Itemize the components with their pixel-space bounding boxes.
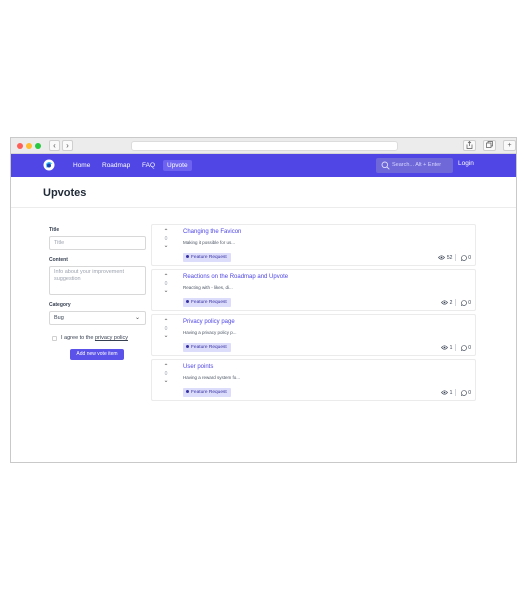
downvote-icon[interactable]: ⌄ — [162, 333, 170, 340]
downvote-icon[interactable]: ⌄ — [162, 288, 170, 295]
browser-window: ‹ › + Home Roadmap FAQ Upvote Search... … — [10, 137, 517, 463]
vote-control: ⌃ 0 ⌄ — [162, 274, 170, 295]
add-vote-item-button[interactable]: Add new vote item — [70, 349, 124, 360]
upvote-icon[interactable]: ⌃ — [162, 319, 170, 326]
downvote-icon[interactable]: ⌄ — [162, 243, 170, 250]
eye-icon — [441, 390, 449, 395]
eye-icon — [441, 345, 449, 350]
comment-count: 0 — [468, 255, 471, 261]
content-label: Content — [49, 257, 68, 263]
upvote-icon[interactable]: ⌃ — [162, 229, 170, 236]
category-label: Category — [49, 302, 71, 308]
badge-label: Feature Request — [191, 390, 227, 395]
maximize-window-dot[interactable] — [35, 143, 41, 149]
vote-count: 0 — [164, 371, 168, 377]
badge-label: Feature Request — [191, 345, 227, 350]
vote-count: 0 — [164, 236, 168, 242]
item-stats: 1 0 — [441, 389, 471, 397]
vote-item[interactable]: ⌃ 0 ⌄ User points Having a reward system… — [151, 359, 476, 401]
share-icon[interactable] — [463, 140, 476, 151]
new-vote-form: Title Title Content Info about your impr… — [49, 227, 147, 360]
item-stats: 2 0 — [441, 299, 471, 307]
login-link[interactable]: Login — [458, 160, 474, 167]
vote-item-desc: Having a reward system fo... — [183, 375, 241, 380]
browser-chrome: ‹ › + — [11, 138, 516, 154]
browser-back-icon[interactable]: ‹ — [49, 140, 60, 151]
agree-checkbox[interactable] — [52, 336, 57, 341]
view-count: 1 — [449, 390, 453, 396]
agree-prefix: I agree to the — [61, 335, 94, 341]
category-value: Bug — [54, 315, 64, 321]
badge-label: Feature Request — [191, 300, 227, 305]
tabs-icon[interactable] — [483, 140, 496, 151]
nav-faq[interactable]: FAQ — [138, 160, 159, 171]
vote-item-title[interactable]: Privacy policy page — [183, 319, 235, 325]
agree-text: I agree to the privacy policy — [61, 335, 128, 341]
vote-item-desc: Having a privacy policy p... — [183, 330, 237, 335]
vote-item-title[interactable]: Changing the Favicon — [183, 229, 241, 235]
vote-control: ⌃ 0 ⌄ — [162, 319, 170, 340]
vote-item[interactable]: ⌃ 0 ⌄ Privacy policy page Having a priva… — [151, 314, 476, 356]
view-count: 2 — [449, 300, 453, 306]
downvote-icon[interactable]: ⌄ — [162, 378, 170, 385]
nav-home[interactable]: Home — [69, 160, 94, 171]
vote-count: 0 — [164, 281, 168, 287]
category-badge: Feature Request — [183, 253, 231, 262]
browser-forward-icon[interactable]: › — [62, 140, 73, 151]
comment-count: 0 — [468, 345, 471, 351]
vote-count: 0 — [164, 326, 168, 332]
vote-item-desc: Making it possible for us... — [183, 240, 236, 245]
logo-icon[interactable] — [42, 158, 56, 172]
comment-icon — [460, 389, 467, 396]
upvote-icon[interactable]: ⌃ — [162, 274, 170, 281]
vote-items-list: ⌃ 0 ⌄ Changing the Favicon Making it pos… — [151, 224, 476, 404]
comment-icon — [460, 344, 467, 351]
vote-item-title[interactable]: Reactions on the Roadmap and Upvote — [183, 274, 288, 280]
item-stats: 52 0 — [438, 254, 471, 262]
new-tab-icon[interactable]: + — [503, 140, 516, 151]
upvote-icon[interactable]: ⌃ — [162, 364, 170, 371]
title-input[interactable]: Title — [49, 236, 146, 250]
close-window-dot[interactable] — [17, 143, 23, 149]
view-count: 1 — [449, 345, 453, 351]
page-header: Upvotes — [11, 177, 516, 208]
top-navbar: Home Roadmap FAQ Upvote Search... Alt + … — [11, 154, 516, 177]
category-badge: Feature Request — [183, 388, 231, 397]
search-icon — [381, 161, 390, 170]
category-select[interactable]: Bug ⌄ — [49, 311, 146, 325]
vote-item-desc: Reacting with - likes, di... — [183, 285, 233, 290]
vote-item-title[interactable]: User points — [183, 364, 213, 370]
content-textarea[interactable]: Info about your improvement suggestion — [49, 266, 146, 295]
vote-control: ⌃ 0 ⌄ — [162, 364, 170, 385]
comment-count: 0 — [468, 390, 471, 396]
category-badge: Feature Request — [183, 298, 231, 307]
vote-item[interactable]: ⌃ 0 ⌄ Changing the Favicon Making it pos… — [151, 224, 476, 266]
address-bar[interactable] — [131, 141, 398, 151]
title-label: Title — [49, 227, 60, 233]
minimize-window-dot[interactable] — [26, 143, 32, 149]
chevron-down-icon: ⌄ — [134, 315, 140, 321]
comment-count: 0 — [468, 300, 471, 306]
vote-item[interactable]: ⌃ 0 ⌄ Reactions on the Roadmap and Upvot… — [151, 269, 476, 311]
nav-upvote[interactable]: Upvote — [163, 160, 192, 171]
eye-icon — [441, 300, 449, 305]
badge-label: Feature Request — [191, 255, 227, 260]
view-count: 52 — [446, 255, 453, 261]
item-stats: 1 0 — [441, 344, 471, 352]
vote-control: ⌃ 0 ⌄ — [162, 229, 170, 250]
search-input[interactable]: Search... Alt + Enter — [376, 158, 453, 173]
search-placeholder: Search... Alt + Enter — [392, 162, 442, 168]
nav-roadmap[interactable]: Roadmap — [98, 160, 134, 171]
eye-icon — [438, 255, 446, 260]
comment-icon — [460, 254, 467, 261]
privacy-policy-link[interactable]: privacy policy — [95, 335, 128, 341]
category-badge: Feature Request — [183, 343, 231, 352]
comment-icon — [460, 299, 467, 306]
page-title: Upvotes — [43, 187, 87, 199]
agree-row: I agree to the privacy policy — [49, 335, 147, 344]
